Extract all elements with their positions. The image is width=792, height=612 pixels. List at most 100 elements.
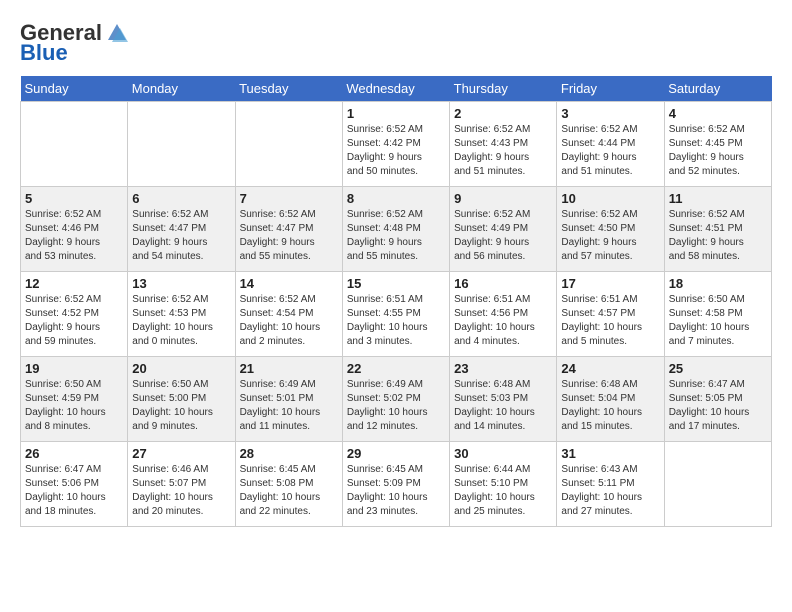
day-number: 10 bbox=[561, 191, 659, 206]
week-row-2: 5Sunrise: 6:52 AM Sunset: 4:46 PM Daylig… bbox=[21, 187, 772, 272]
day-number: 21 bbox=[240, 361, 338, 376]
day-cell-11: 11Sunrise: 6:52 AM Sunset: 4:51 PM Dayli… bbox=[664, 187, 771, 272]
day-info: Sunrise: 6:52 AM Sunset: 4:43 PM Dayligh… bbox=[454, 123, 552, 179]
day-cell-18: 18Sunrise: 6:50 AM Sunset: 4:58 PM Dayli… bbox=[664, 272, 771, 357]
header-friday: Friday bbox=[557, 76, 664, 102]
day-info: Sunrise: 6:52 AM Sunset: 4:42 PM Dayligh… bbox=[347, 123, 445, 179]
day-number: 6 bbox=[132, 191, 230, 206]
page-header: General Blue bbox=[20, 20, 772, 66]
day-info: Sunrise: 6:48 AM Sunset: 5:04 PM Dayligh… bbox=[561, 378, 659, 434]
header-saturday: Saturday bbox=[664, 76, 771, 102]
day-number: 26 bbox=[25, 446, 123, 461]
day-number: 8 bbox=[347, 191, 445, 206]
day-info: Sunrise: 6:51 AM Sunset: 4:55 PM Dayligh… bbox=[347, 293, 445, 349]
day-info: Sunrise: 6:49 AM Sunset: 5:01 PM Dayligh… bbox=[240, 378, 338, 434]
week-row-4: 19 Sunrise: 6:50 AM Sunset: 4:59 PM Dayli… bbox=[21, 357, 772, 442]
day-number: 1 bbox=[347, 106, 445, 121]
day-info: Sunrise: 6:47 AM Sunset: 5:06 PM Dayligh… bbox=[25, 463, 123, 519]
day-cell-7: 7Sunrise: 6:52 AM Sunset: 4:47 PM Daylig… bbox=[235, 187, 342, 272]
calendar-body: 1 Sunrise: 6:52 AM Sunset: 4:42 PM Daylig… bbox=[21, 102, 772, 527]
day-cell-17: 17 Sunrise: 6:51 AM Sunset: 4:57 PM Dayli… bbox=[557, 272, 664, 357]
day-cell-12: 12 Sunrise: 6:52 AM Sunset: 4:52 PM Dayli… bbox=[21, 272, 128, 357]
day-info: Sunrise: 6:50 AM Sunset: 4:58 PM Dayligh… bbox=[669, 293, 767, 349]
day-info: Sunrise: 6:52 AM Sunset: 4:47 PM Dayligh… bbox=[132, 208, 230, 264]
day-number: 5 bbox=[25, 191, 123, 206]
day-info: Sunrise: 6:52 AM Sunset: 4:54 PM Dayligh… bbox=[240, 293, 338, 349]
day-number: 20 bbox=[132, 361, 230, 376]
day-info: Sunrise: 6:52 AM Sunset: 4:53 PM Dayligh… bbox=[132, 293, 230, 349]
day-number: 13 bbox=[132, 276, 230, 291]
day-info: Sunrise: 6:45 AM Sunset: 5:09 PM Dayligh… bbox=[347, 463, 445, 519]
header-monday: Monday bbox=[128, 76, 235, 102]
logo: General Blue bbox=[20, 20, 128, 66]
day-cell-24: 24 Sunrise: 6:48 AM Sunset: 5:04 PM Dayli… bbox=[557, 357, 664, 442]
day-cell-30: 30 Sunrise: 6:44 AM Sunset: 5:10 PM Dayli… bbox=[450, 442, 557, 527]
day-cell-8: 8Sunrise: 6:52 AM Sunset: 4:48 PM Daylig… bbox=[342, 187, 449, 272]
day-cell-2: 2 Sunrise: 6:52 AM Sunset: 4:43 PM Daylig… bbox=[450, 102, 557, 187]
day-cell-22: 22 Sunrise: 6:49 AM Sunset: 5:02 PM Dayli… bbox=[342, 357, 449, 442]
calendar-header: SundayMondayTuesdayWednesdayThursdayFrid… bbox=[21, 76, 772, 102]
day-cell-14: 14 Sunrise: 6:52 AM Sunset: 4:54 PM Dayli… bbox=[235, 272, 342, 357]
day-info: Sunrise: 6:52 AM Sunset: 4:49 PM Dayligh… bbox=[454, 208, 552, 264]
day-cell-15: 15 Sunrise: 6:51 AM Sunset: 4:55 PM Dayli… bbox=[342, 272, 449, 357]
day-number: 12 bbox=[25, 276, 123, 291]
day-cell-3: 3Sunrise: 6:52 AM Sunset: 4:44 PM Daylig… bbox=[557, 102, 664, 187]
day-info: Sunrise: 6:45 AM Sunset: 5:08 PM Dayligh… bbox=[240, 463, 338, 519]
day-cell-29: 29 Sunrise: 6:45 AM Sunset: 5:09 PM Dayli… bbox=[342, 442, 449, 527]
week-row-3: 12 Sunrise: 6:52 AM Sunset: 4:52 PM Dayli… bbox=[21, 272, 772, 357]
day-number: 25 bbox=[669, 361, 767, 376]
header-row: SundayMondayTuesdayWednesdayThursdayFrid… bbox=[21, 76, 772, 102]
day-number: 31 bbox=[561, 446, 659, 461]
week-row-1: 1 Sunrise: 6:52 AM Sunset: 4:42 PM Daylig… bbox=[21, 102, 772, 187]
day-info: Sunrise: 6:52 AM Sunset: 4:45 PM Dayligh… bbox=[669, 123, 767, 179]
empty-cell bbox=[664, 442, 771, 527]
day-cell-31: 31Sunrise: 6:43 AM Sunset: 5:11 PM Dayli… bbox=[557, 442, 664, 527]
calendar-table: SundayMondayTuesdayWednesdayThursdayFrid… bbox=[20, 76, 772, 527]
day-info: Sunrise: 6:44 AM Sunset: 5:10 PM Dayligh… bbox=[454, 463, 552, 519]
day-cell-27: 27Sunrise: 6:46 AM Sunset: 5:07 PM Dayli… bbox=[128, 442, 235, 527]
day-info: Sunrise: 6:48 AM Sunset: 5:03 PM Dayligh… bbox=[454, 378, 552, 434]
day-number: 19 bbox=[25, 361, 123, 376]
day-info: Sunrise: 6:51 AM Sunset: 4:57 PM Dayligh… bbox=[561, 293, 659, 349]
day-number: 30 bbox=[454, 446, 552, 461]
day-info: Sunrise: 6:52 AM Sunset: 4:52 PM Dayligh… bbox=[25, 293, 123, 349]
day-info: Sunrise: 6:47 AM Sunset: 5:05 PM Dayligh… bbox=[669, 378, 767, 434]
day-number: 17 bbox=[561, 276, 659, 291]
day-cell-1: 1 Sunrise: 6:52 AM Sunset: 4:42 PM Daylig… bbox=[342, 102, 449, 187]
empty-cell bbox=[128, 102, 235, 187]
day-cell-25: 25 Sunrise: 6:47 AM Sunset: 5:05 PM Dayli… bbox=[664, 357, 771, 442]
day-cell-6: 6 Sunrise: 6:52 AM Sunset: 4:47 PM Daylig… bbox=[128, 187, 235, 272]
day-number: 16 bbox=[454, 276, 552, 291]
day-number: 11 bbox=[669, 191, 767, 206]
day-number: 24 bbox=[561, 361, 659, 376]
day-number: 27 bbox=[132, 446, 230, 461]
header-thursday: Thursday bbox=[450, 76, 557, 102]
day-info: Sunrise: 6:49 AM Sunset: 5:02 PM Dayligh… bbox=[347, 378, 445, 434]
day-info: Sunrise: 6:51 AM Sunset: 4:56 PM Dayligh… bbox=[454, 293, 552, 349]
day-number: 14 bbox=[240, 276, 338, 291]
day-cell-16: 16 Sunrise: 6:51 AM Sunset: 4:56 PM Dayli… bbox=[450, 272, 557, 357]
day-cell-26: 26 Sunrise: 6:47 AM Sunset: 5:06 PM Dayli… bbox=[21, 442, 128, 527]
day-cell-4: 4 Sunrise: 6:52 AM Sunset: 4:45 PM Daylig… bbox=[664, 102, 771, 187]
day-number: 4 bbox=[669, 106, 767, 121]
day-number: 22 bbox=[347, 361, 445, 376]
day-cell-21: 21 Sunrise: 6:49 AM Sunset: 5:01 PM Dayli… bbox=[235, 357, 342, 442]
day-number: 3 bbox=[561, 106, 659, 121]
day-number: 29 bbox=[347, 446, 445, 461]
empty-cell bbox=[235, 102, 342, 187]
day-number: 15 bbox=[347, 276, 445, 291]
header-tuesday: Tuesday bbox=[235, 76, 342, 102]
day-cell-9: 9 Sunrise: 6:52 AM Sunset: 4:49 PM Daylig… bbox=[450, 187, 557, 272]
day-cell-23: 23Sunrise: 6:48 AM Sunset: 5:03 PM Dayli… bbox=[450, 357, 557, 442]
day-info: Sunrise: 6:50 AM Sunset: 4:59 PM Dayligh… bbox=[25, 378, 123, 434]
week-row-5: 26 Sunrise: 6:47 AM Sunset: 5:06 PM Dayli… bbox=[21, 442, 772, 527]
empty-cell bbox=[21, 102, 128, 187]
header-wednesday: Wednesday bbox=[342, 76, 449, 102]
day-number: 9 bbox=[454, 191, 552, 206]
day-cell-28: 28Sunrise: 6:45 AM Sunset: 5:08 PM Dayli… bbox=[235, 442, 342, 527]
day-info: Sunrise: 6:50 AM Sunset: 5:00 PM Dayligh… bbox=[132, 378, 230, 434]
day-number: 2 bbox=[454, 106, 552, 121]
day-cell-13: 13 Sunrise: 6:52 AM Sunset: 4:53 PM Dayli… bbox=[128, 272, 235, 357]
logo-icon bbox=[106, 22, 128, 44]
day-cell-20: 20 Sunrise: 6:50 AM Sunset: 5:00 PM Dayli… bbox=[128, 357, 235, 442]
